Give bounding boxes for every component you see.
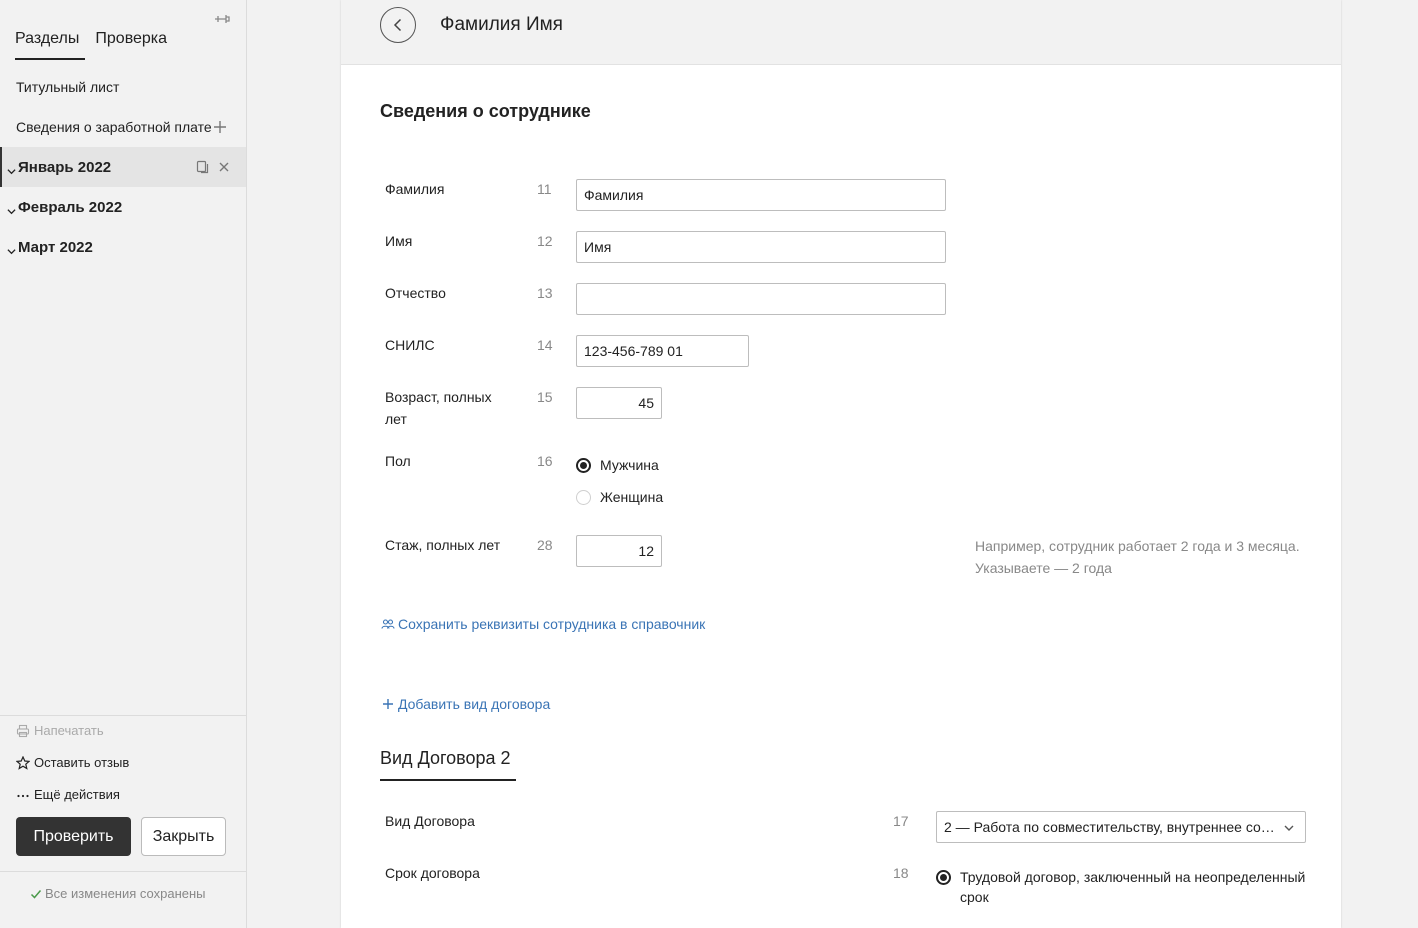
- feedback-label: Оставить отзыв: [34, 755, 130, 770]
- radio-label: Женщина: [600, 489, 664, 505]
- patronymic-field-number: 13: [537, 285, 553, 301]
- chevron-down-icon: [1284, 825, 1294, 831]
- contract-tab[interactable]: Вид Договора 2: [380, 748, 516, 781]
- sidebar-item-label: Март 2022: [18, 238, 93, 256]
- sidebar-item-label: Сведения о заработной плате: [16, 119, 212, 135]
- chevron-down-icon: [7, 163, 16, 174]
- name-label: Имя: [385, 233, 413, 249]
- top-bar: Фамилия Имя: [341, 0, 1341, 65]
- surname-label: Фамилия: [385, 181, 445, 197]
- radio-unselected[interactable]: [576, 489, 591, 505]
- experience-hint: Например, сотрудник работает 2 года и 3 …: [975, 538, 1300, 576]
- patronymic-input[interactable]: [576, 283, 946, 315]
- snils-field-number: 14: [537, 337, 553, 353]
- age-input[interactable]: [576, 387, 662, 419]
- name-field-number: 12: [537, 233, 553, 249]
- divider: [0, 715, 246, 716]
- add-contract-label: Добавить вид договора: [398, 696, 551, 712]
- sidebar-item-january-2022[interactable]: Январь 2022: [0, 147, 246, 187]
- print-action[interactable]: Напечатать: [16, 723, 104, 738]
- star-icon: [16, 755, 30, 770]
- save-status: Все изменения сохранены: [30, 886, 206, 901]
- radio-label: Мужчина: [600, 457, 659, 473]
- check-button[interactable]: Проверить: [16, 817, 131, 856]
- sex-field-number: 16: [537, 453, 553, 469]
- more-actions-label: Ещё действия: [34, 787, 120, 802]
- chevron-down-icon: [7, 243, 16, 254]
- divider: [0, 871, 246, 872]
- snils-input[interactable]: [576, 335, 749, 367]
- experience-label: Стаж, полных лет: [385, 537, 501, 553]
- sidebar-item-salary-info[interactable]: Сведения о заработной плате: [0, 107, 246, 147]
- sidebar-item-february-2022[interactable]: Февраль 2022: [0, 187, 246, 227]
- age-field-number: 15: [537, 389, 553, 405]
- plus-icon: [383, 699, 393, 709]
- add-contract-link[interactable]: Добавить вид договора: [381, 696, 550, 712]
- contract-type-field-number: 17: [893, 813, 909, 829]
- copy-icon[interactable]: [196, 160, 210, 174]
- sidebar-item-label: Февраль 2022: [18, 198, 123, 216]
- snils-label: СНИЛС: [385, 337, 435, 353]
- select-value: 2 — Работа по совместительству, внутренн…: [944, 819, 1275, 835]
- radio-selected[interactable]: [936, 870, 951, 885]
- save-employee-link[interactable]: Сохранить реквизиты сотрудника в справоч…: [381, 616, 705, 632]
- printer-icon: [16, 724, 30, 737]
- sidebar-item-march-2022[interactable]: Март 2022: [0, 227, 246, 267]
- save-employee-label: Сохранить реквизиты сотрудника в справоч…: [398, 616, 706, 632]
- name-input[interactable]: [576, 231, 946, 263]
- back-button[interactable]: [380, 7, 416, 43]
- sidebar: Разделы Проверка Титульный лист Сведения…: [0, 0, 247, 928]
- pin-icon[interactable]: [214, 10, 232, 28]
- contract-type-label: Вид Договора: [385, 813, 475, 829]
- sex-label: Пол: [385, 453, 411, 469]
- contract-term-field-number: 18: [893, 865, 909, 881]
- experience-input[interactable]: [576, 535, 662, 567]
- feedback-action[interactable]: Оставить отзыв: [16, 755, 129, 770]
- contract-term-label: Срок договора: [385, 865, 480, 881]
- sidebar-item-label: Январь 2022: [18, 158, 112, 176]
- sex-radio-female[interactable]: Женщина: [576, 489, 663, 505]
- more-dots-icon: [17, 794, 29, 797]
- contract-type-select[interactable]: 2 — Работа по совместительству, внутренн…: [936, 811, 1306, 843]
- sidebar-item-label: Титульный лист: [16, 79, 120, 95]
- sidebar-item-title-page[interactable]: Титульный лист: [0, 67, 246, 107]
- tab-sections[interactable]: Разделы: [15, 30, 86, 60]
- sidebar-tabs: Разделы Проверка: [15, 30, 167, 60]
- more-actions[interactable]: Ещё действия: [16, 787, 120, 802]
- users-icon: [381, 619, 395, 629]
- print-label: Напечатать: [34, 723, 104, 738]
- surname-field-number: 11: [537, 181, 552, 197]
- sex-radio-male[interactable]: Мужчина: [576, 457, 659, 473]
- radio-selected[interactable]: [576, 457, 591, 473]
- contract-term-radio-indefinite[interactable]: Трудовой договор, заключенный на неопред…: [936, 869, 1306, 907]
- patronymic-label: Отчество: [385, 285, 446, 301]
- checkmark-icon: [30, 889, 42, 899]
- chevron-left-icon: [393, 18, 402, 32]
- page-title: Фамилия Имя: [440, 14, 563, 35]
- close-icon[interactable]: [217, 160, 231, 174]
- experience-field-number: 28: [537, 537, 553, 553]
- section-title: Сведения о сотруднике: [380, 101, 591, 121]
- age-label: Возраст, полных лет: [385, 389, 492, 427]
- surname-input[interactable]: [576, 179, 946, 211]
- add-icon[interactable]: [213, 120, 227, 134]
- radio-label: Трудовой договор, заключенный на неопред…: [960, 869, 1306, 905]
- save-status-text: Все изменения сохранены: [45, 886, 206, 901]
- chevron-down-icon: [7, 203, 16, 214]
- close-button[interactable]: Закрыть: [141, 817, 226, 856]
- tab-check[interactable]: Проверка: [95, 30, 167, 60]
